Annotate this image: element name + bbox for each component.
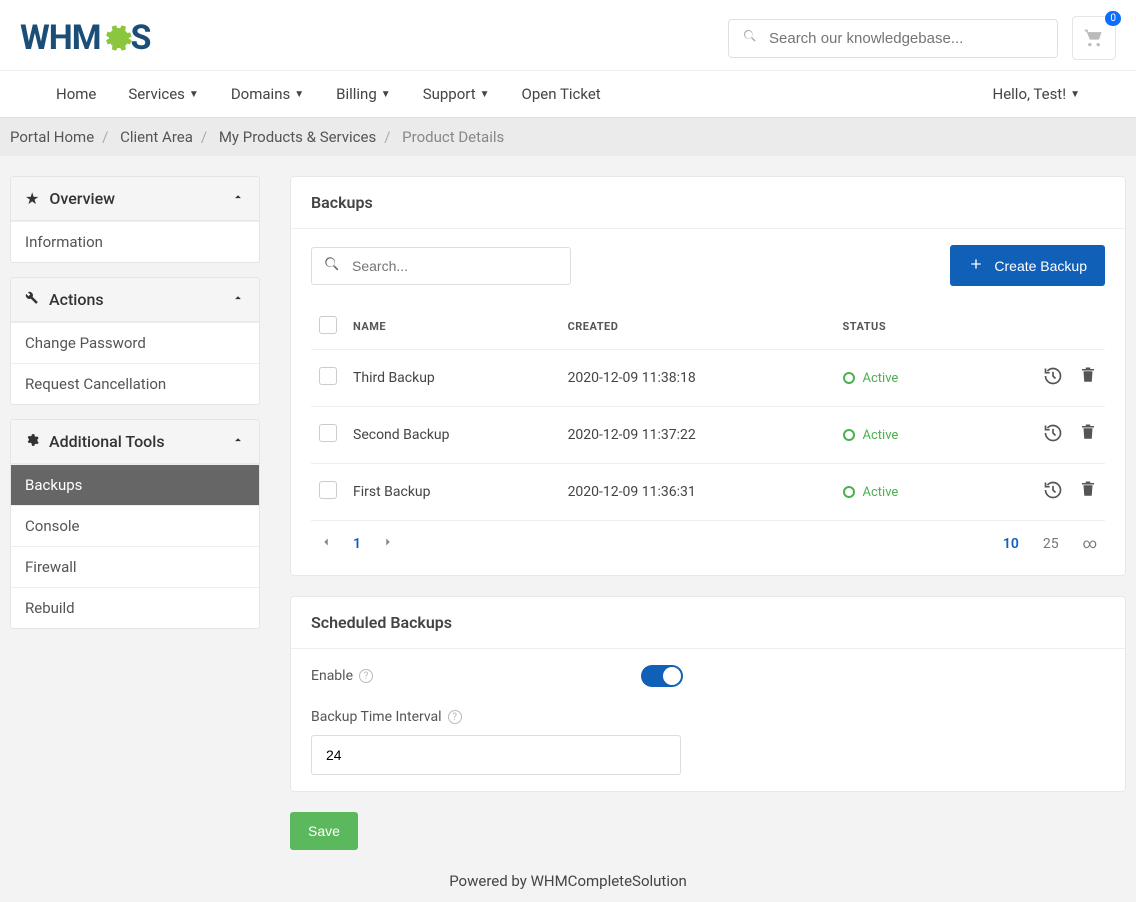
table-row: First Backup 2020-12-09 11:36:31 Active — [311, 464, 1105, 521]
logo[interactable]: WHMS — [20, 18, 150, 58]
sidebar-item-backups[interactable]: Backups — [11, 464, 259, 505]
chevron-down-icon: ▼ — [294, 89, 304, 100]
main-nav: Home Services▼ Domains▼ Billing▼ Support… — [0, 70, 1136, 118]
sidebar-item-firewall[interactable]: Firewall — [11, 546, 259, 587]
row-created: 2020-12-09 11:38:18 — [560, 350, 835, 407]
nav-open-ticket[interactable]: Open Ticket — [506, 71, 617, 117]
row-checkbox[interactable] — [319, 424, 337, 442]
gear-icon — [25, 432, 39, 451]
nav-domains[interactable]: Domains▼ — [215, 71, 320, 117]
chevron-down-icon: ▼ — [1070, 89, 1080, 100]
row-checkbox[interactable] — [319, 481, 337, 499]
search-icon — [323, 255, 341, 277]
chevron-up-icon — [231, 290, 245, 309]
help-icon[interactable]: ? — [359, 669, 373, 683]
chevron-down-icon: ▼ — [189, 89, 199, 100]
sidebar-item-console[interactable]: Console — [11, 505, 259, 546]
row-checkbox[interactable] — [319, 367, 337, 385]
pager: 1 10 25 ∞ — [311, 521, 1105, 559]
row-created: 2020-12-09 11:36:31 — [560, 464, 835, 521]
status-badge: Active — [843, 428, 964, 443]
nav-billing[interactable]: Billing▼ — [320, 71, 407, 117]
delete-icon[interactable] — [1079, 423, 1097, 447]
create-backup-button[interactable]: Create Backup — [950, 245, 1105, 286]
status-badge: Active — [843, 485, 964, 500]
row-created: 2020-12-09 11:37:22 — [560, 407, 835, 464]
row-name: Second Backup — [345, 407, 560, 464]
sidebar-item-rebuild[interactable]: Rebuild — [11, 587, 259, 628]
restore-icon[interactable] — [1043, 366, 1063, 390]
save-button[interactable]: Save — [290, 812, 358, 850]
nav-home[interactable]: Home — [40, 71, 112, 117]
backups-title: Backups — [291, 177, 1125, 229]
breadcrumb-portal[interactable]: Portal Home — [10, 128, 94, 146]
wrench-icon — [25, 290, 39, 309]
sidebar-tools-panel: Additional Tools Backups Console Firewal… — [10, 419, 260, 629]
nav-services[interactable]: Services▼ — [112, 71, 214, 117]
sidebar-item-change-password[interactable]: Change Password — [11, 322, 259, 363]
cart-button[interactable]: 0 — [1072, 16, 1116, 60]
status-badge: Active — [843, 371, 964, 386]
restore-icon[interactable] — [1043, 423, 1063, 447]
enable-label: Enable? — [311, 668, 641, 684]
chevron-up-icon — [231, 432, 245, 451]
chevron-up-icon — [231, 189, 245, 208]
backups-search — [311, 247, 571, 285]
breadcrumb-client[interactable]: Client Area — [120, 128, 193, 146]
breadcrumb: Portal Home/ Client Area/ My Products & … — [0, 118, 1136, 156]
backups-card: Backups Create Backup NAME — [290, 176, 1126, 576]
knowledgebase-search — [728, 19, 1058, 58]
gear-icon — [99, 21, 133, 55]
table-row: Second Backup 2020-12-09 11:37:22 Active — [311, 407, 1105, 464]
scheduled-backups-card: Scheduled Backups Enable? Backup Time In… — [290, 596, 1126, 792]
star-icon: ★ — [25, 189, 39, 208]
enable-toggle[interactable] — [641, 665, 683, 687]
sidebar-overview-header[interactable]: ★Overview — [11, 177, 259, 221]
pagesize-10[interactable]: 10 — [1003, 536, 1019, 552]
chevron-down-icon: ▼ — [381, 89, 391, 100]
footer: Powered by WHMCompleteSolution — [0, 860, 1136, 902]
pagesize-inf[interactable]: ∞ — [1083, 536, 1097, 552]
row-name: First Backup — [345, 464, 560, 521]
sidebar-overview-panel: ★Overview Information — [10, 176, 260, 263]
sidebar-item-request-cancellation[interactable]: Request Cancellation — [11, 363, 259, 404]
pager-next[interactable] — [381, 535, 395, 553]
knowledgebase-search-input[interactable] — [728, 19, 1058, 58]
interval-input[interactable] — [311, 735, 681, 775]
backups-search-input[interactable] — [311, 247, 571, 285]
col-name[interactable]: NAME — [345, 304, 560, 350]
delete-icon[interactable] — [1079, 366, 1097, 390]
sidebar-item-information[interactable]: Information — [11, 221, 259, 262]
select-all-checkbox[interactable] — [319, 316, 337, 334]
search-icon — [742, 28, 758, 48]
pager-prev[interactable] — [319, 535, 333, 553]
scheduled-title: Scheduled Backups — [291, 597, 1125, 649]
backups-table: NAME CREATED STATUS Third Backup 2020-12… — [311, 304, 1105, 521]
breadcrumb-products[interactable]: My Products & Services — [219, 128, 376, 146]
chevron-down-icon: ▼ — [480, 89, 490, 100]
sidebar-tools-header[interactable]: Additional Tools — [11, 420, 259, 464]
breadcrumb-current: Product Details — [402, 128, 504, 146]
plus-icon — [968, 256, 984, 275]
table-row: Third Backup 2020-12-09 11:38:18 Active — [311, 350, 1105, 407]
restore-icon[interactable] — [1043, 480, 1063, 504]
row-name: Third Backup — [345, 350, 560, 407]
nav-greeting[interactable]: Hello, Test!▼ — [977, 71, 1097, 117]
pagesize-25[interactable]: 25 — [1043, 536, 1059, 552]
interval-label: Backup Time Interval? — [311, 709, 1105, 725]
sidebar-actions-header[interactable]: Actions — [11, 278, 259, 322]
pager-page[interactable]: 1 — [353, 536, 361, 552]
help-icon[interactable]: ? — [448, 710, 462, 724]
sidebar-actions-panel: Actions Change Password Request Cancella… — [10, 277, 260, 405]
col-created[interactable]: CREATED — [560, 304, 835, 350]
cart-badge: 0 — [1105, 11, 1121, 26]
col-status[interactable]: STATUS — [835, 304, 972, 350]
nav-support[interactable]: Support▼ — [407, 71, 506, 117]
delete-icon[interactable] — [1079, 480, 1097, 504]
